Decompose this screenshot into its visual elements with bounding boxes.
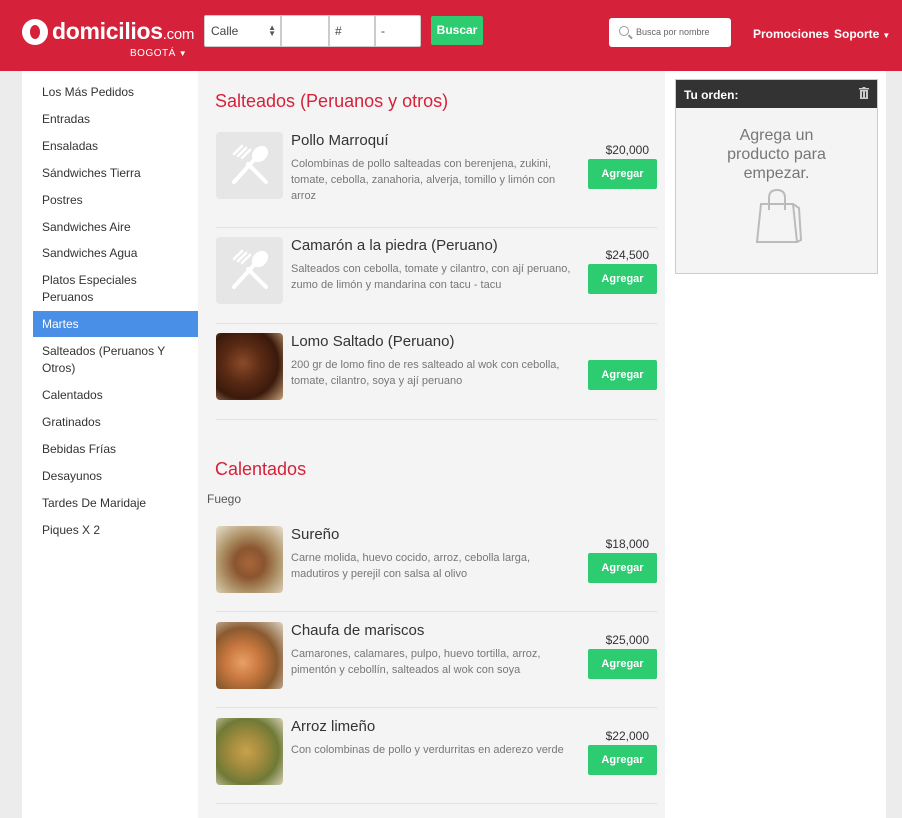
add-item-button[interactable]: Agregar [588, 264, 657, 294]
menu-content: Salteados (Peruanos y otros) Pollo Marro… [198, 71, 665, 818]
shopping-bag-icon [755, 188, 803, 243]
fork-spoon-icon [232, 249, 269, 289]
house-number-placeholder: - [381, 24, 385, 38]
sidebar-item-entradas[interactable]: Entradas [33, 111, 198, 128]
sidebar-item-los-mas-pedidos[interactable]: Los Más Pedidos [33, 84, 198, 101]
cross-number-input[interactable]: # [329, 15, 375, 47]
item-description: Colombinas de pollo salteadas con berenj… [291, 158, 556, 202]
item-description: Carne molida, huevo cocido, arroz, cebol… [291, 552, 531, 580]
item-price: $22,000 [605, 729, 649, 743]
logo-suffix: .com [162, 26, 195, 43]
sidebar-item-salteados[interactable]: Salteados (Peruanos Y Otros) [33, 343, 173, 377]
item-price: $24,500 [605, 248, 649, 262]
sidebar-item-sandwiches-agua[interactable]: Sandwiches Agua [33, 245, 198, 262]
item-photo [216, 333, 283, 400]
top-header: domicilios.com BOGOTÁ ▼ Calle ▲ ▼ # - Busc… [0, 0, 902, 71]
add-item-button[interactable]: Agregar [588, 553, 657, 583]
item-name: Sureño [291, 526, 340, 543]
item-name: Chaufa de mariscos [291, 622, 425, 639]
sidebar-item-calentados[interactable]: Calentados [33, 387, 198, 404]
item-name: Camarón a la piedra (Peruano) [291, 237, 498, 254]
sidebar-item-platos-especiales[interactable]: Platos Especiales Peruanos [33, 272, 173, 306]
item-description: Camarones, calamares, pulpo, huevo torti… [291, 648, 541, 676]
sidebar-item-bebidas-frias[interactable]: Bebidas Frías [33, 441, 198, 458]
sidebar-item-desayunos[interactable]: Desayunos [33, 468, 198, 485]
section-title-calentados: Calentados [215, 459, 307, 479]
sidebar-item-tardes-de-maridaje[interactable]: Tardes De Maridaje [33, 495, 198, 512]
empty-order-line: empezar. [743, 165, 810, 182]
sidebar-item-sandwiches-tierra[interactable]: Sándwiches Tierra [33, 165, 198, 182]
empty-order-message: Agrega un producto para empezar. [676, 126, 877, 183]
item-name: Pollo Marroquí [291, 132, 389, 149]
nav-promociones[interactable]: Promociones [753, 27, 829, 41]
site-logo[interactable]: domicilios.com [22, 18, 194, 45]
item-price: $20,000 [605, 143, 649, 157]
placeholder-image [216, 132, 283, 199]
order-header: Tu orden: [676, 80, 877, 108]
add-item-button[interactable]: Agregar [588, 360, 657, 390]
search-address-button[interactable]: Buscar [431, 16, 483, 45]
city-label: BOGOTÁ [130, 48, 176, 59]
add-item-button[interactable]: Agregar [588, 159, 657, 189]
sidebar-item-postres[interactable]: Postres [33, 192, 198, 209]
nav-soporte-label: Soporte [834, 27, 880, 41]
item-name: Arroz limeño [291, 718, 376, 735]
sidebar-item-sandwiches-aire[interactable]: Sandwiches Aire [33, 219, 198, 236]
street-type-select[interactable]: Calle ▲ ▼ [204, 15, 281, 47]
city-selector[interactable]: BOGOTÁ ▼ [130, 48, 187, 59]
name-search-input[interactable]: Busca por nombre [609, 18, 731, 47]
item-photo [216, 622, 283, 689]
caret-down-icon: ▼ [882, 31, 891, 40]
placeholder-image [216, 237, 283, 304]
item-price: $25,000 [605, 633, 649, 647]
fork-spoon-icon [232, 144, 269, 184]
item-photo [216, 718, 283, 785]
menu-item: Arroz limeño Con colombinas de pollo y v… [216, 718, 657, 804]
search-icon [619, 26, 629, 36]
menu-item: Pollo Marroquí Colombinas de pollo salte… [216, 132, 657, 228]
menu-item: Chaufa de mariscos Camarones, calamares,… [216, 622, 657, 708]
house-number-input[interactable]: - [375, 15, 421, 47]
menu-item: Sureño Carne molida, huevo cocido, arroz… [216, 526, 657, 612]
menu-item: Lomo Saltado (Peruano) 200 gr de lomo fi… [216, 333, 657, 420]
item-description: Salteados con cebolla, tomate y cilantro… [291, 263, 571, 291]
item-photo [216, 526, 283, 593]
street-type-value: Calle [211, 24, 239, 38]
sidebar-item-gratinados[interactable]: Gratinados [33, 414, 198, 431]
street-number-input[interactable] [281, 15, 329, 47]
section-title-salteados: Salteados (Peruanos y otros) [215, 91, 449, 111]
caret-down-icon: ▼ [178, 49, 188, 58]
order-panel: Tu orden: Agrega un producto para empeza… [675, 79, 878, 274]
cross-number-placeholder: # [335, 24, 342, 38]
nav-soporte[interactable]: Soporte ▼ [834, 27, 890, 41]
logo-mark-icon [22, 18, 48, 45]
category-sidebar: Los Más Pedidos Entradas Ensaladas Sándw… [22, 71, 198, 818]
menu-item: Camarón a la piedra (Peruano) Salteados … [216, 237, 657, 324]
item-price: $18,000 [605, 537, 649, 551]
logo-text: domicilios [52, 18, 163, 44]
trash-icon[interactable] [859, 87, 869, 99]
order-title: Tu orden: [684, 88, 739, 102]
empty-order-line: producto para [727, 146, 826, 163]
sidebar-item-martes[interactable]: Martes [33, 311, 198, 337]
add-item-button[interactable]: Agregar [588, 745, 657, 775]
sidebar-item-ensaladas[interactable]: Ensaladas [33, 138, 198, 155]
item-description: Con colombinas de pollo y verdurritas en… [291, 744, 564, 756]
item-name: Lomo Saltado (Peruano) [291, 333, 455, 350]
subsection-title: Fuego [207, 492, 242, 506]
sidebar-item-piques-x2[interactable]: Piques X 2 [33, 522, 198, 539]
name-search-placeholder: Busca por nombre [636, 27, 710, 37]
empty-order-line: Agrega un [739, 127, 814, 144]
page-margin [886, 71, 902, 818]
add-item-button[interactable]: Agregar [588, 649, 657, 679]
select-arrows-icon: ▲ ▼ [268, 23, 276, 38]
item-description: 200 gr de lomo fino de res salteado al w… [291, 359, 560, 387]
